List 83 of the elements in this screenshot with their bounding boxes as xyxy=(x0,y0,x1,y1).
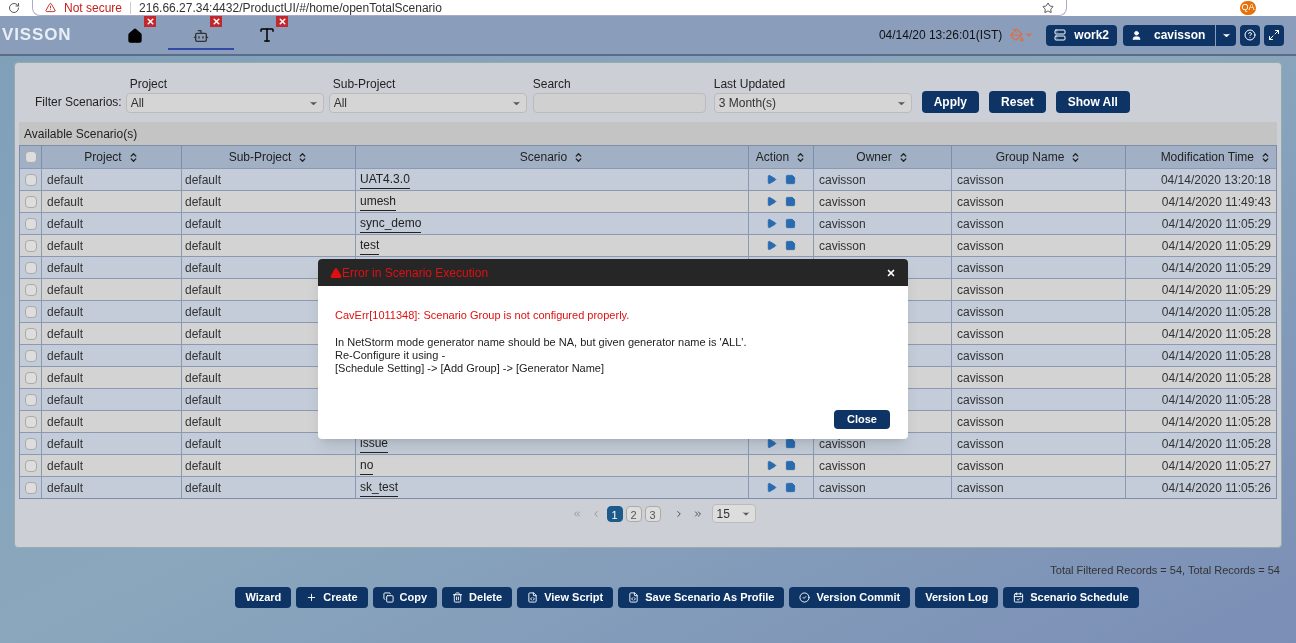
table-cell-text: 04/14/2020 11:05:27 xyxy=(1161,457,1271,475)
table-cell-text: 04/14/2020 11:05:28 xyxy=(1161,391,1271,409)
table-cell-text: cavisson xyxy=(819,479,866,497)
url-text: 216.66.27.34:4432/ProductUI/#/home/openTotalScenario xyxy=(130,1,442,14)
table-cell-text: default xyxy=(185,237,222,255)
table-cell-text: default xyxy=(185,325,222,343)
table-cell-text: cavisson xyxy=(957,303,1004,321)
table-cell-text: cavisson xyxy=(819,457,866,475)
message-line: In NetStorm mode generator name should be NA, but given generator name is 'ALL'. xyxy=(335,335,748,349)
table-cell-text: default xyxy=(185,435,222,453)
table-cell-text: default xyxy=(185,369,222,387)
table-cell-text: cavisson xyxy=(957,391,1004,409)
filter-label: Filter Scenarios: xyxy=(35,94,122,111)
table-cell-text: cavisson xyxy=(957,347,1004,365)
table-cell-text: 04/14/2020 11:05:28 xyxy=(1161,413,1271,431)
table-cell-text: default xyxy=(47,435,84,453)
date-time: 04/14/20 13:26:01(IST) xyxy=(878,27,1003,44)
table-cell-text: cavisson xyxy=(957,237,1004,255)
table-cell-text: 04/14/2020 11:05:29 xyxy=(1161,281,1271,299)
table-cell-text: default xyxy=(47,259,84,277)
table-cell-text: default xyxy=(47,369,84,387)
field-label: Search xyxy=(532,76,572,93)
table-cell-text: cavisson xyxy=(957,259,1004,277)
table-cell-text: 04/14/2020 11:05:28 xyxy=(1161,369,1271,387)
message-line: Re-Configure it using - xyxy=(335,348,447,362)
table-cell-text: default xyxy=(185,281,222,299)
table-cell-text: 04/14/2020 13:20:18 xyxy=(1160,171,1271,189)
table-cell-text: cavisson xyxy=(819,237,866,255)
table-cell-text: 04/14/2020 11:05:29 xyxy=(1161,215,1271,233)
table-cell-text: default xyxy=(47,303,84,321)
table-cell-text: cavisson xyxy=(957,281,1004,299)
table-cell-text: cavisson xyxy=(957,435,1004,453)
table-cell-text: default xyxy=(47,479,84,497)
section-header: Available Scenario(s) xyxy=(19,122,1277,145)
table-cell-text: cavisson xyxy=(819,193,866,211)
table-cell-text: 04/14/2020 11:05:29 xyxy=(1161,259,1271,277)
table-cell-text: cavisson xyxy=(819,215,866,233)
table-cell-text: cavisson xyxy=(957,215,1004,233)
table-cell-text: 04/14/2020 11:49:43 xyxy=(1161,193,1271,211)
table-cell-text: default xyxy=(47,325,84,343)
records-count: Total Filtered Records = 54, Total Records = 54 xyxy=(1050,563,1280,578)
table-cell-text: 04/14/2020 11:05:28 xyxy=(1161,435,1271,453)
table-cell-text: default xyxy=(47,215,84,233)
table-cell-text: default xyxy=(47,391,84,409)
table-cell-text: 04/14/2020 11:05:29 xyxy=(1161,237,1271,255)
table-cell-text: cavisson xyxy=(957,325,1004,343)
table-cell-text: default xyxy=(185,479,222,497)
table-cell-text: default xyxy=(47,413,84,431)
table-cell-text: 04/14/2020 11:05:28 xyxy=(1161,325,1271,343)
table-cell-text: cavisson xyxy=(957,457,1004,475)
table-cell-text: default xyxy=(47,237,84,255)
table-cell-text: default xyxy=(185,457,222,475)
security-label: Not secure xyxy=(64,1,123,14)
table-cell-text: default xyxy=(185,347,222,365)
table-cell-text: default xyxy=(47,347,84,365)
logo: VISSON xyxy=(2,24,73,47)
table-cell-text: cavisson xyxy=(957,479,1004,497)
table-cell-text: default xyxy=(185,303,222,321)
table-cell-text: default xyxy=(185,193,222,211)
table-cell-text: default xyxy=(185,215,222,233)
table-cell-text: default xyxy=(185,413,222,431)
field-label: Project xyxy=(129,76,169,93)
message-line: [Schedule Setting] -> [Add Group] -> [Generator Name] xyxy=(335,361,606,375)
table-cell-text: default xyxy=(185,171,222,189)
field-label: Sub-Project xyxy=(332,76,397,93)
table-cell-text: default xyxy=(47,281,84,299)
table-cell-text: 04/14/2020 11:05:28 xyxy=(1161,347,1271,365)
table-cell-text: cavisson xyxy=(957,369,1004,387)
field-label: Last Updated xyxy=(713,76,787,93)
table-cell-text: 04/14/2020 11:05:28 xyxy=(1161,303,1271,321)
table-cell-text: cavisson xyxy=(957,193,1004,211)
table-cell-text: default xyxy=(47,171,84,189)
table-cell-text: cavisson xyxy=(957,171,1004,189)
table-cell-text: 04/14/2020 11:05:26 xyxy=(1161,479,1271,497)
table-cell-text: default xyxy=(47,193,84,211)
dialog-title: Error in Scenario Execution xyxy=(342,264,489,282)
table-cell-text: default xyxy=(47,457,84,475)
table-cell-text: cavisson xyxy=(819,171,866,189)
table-cell-text: cavisson xyxy=(957,413,1004,431)
table-cell-text: default xyxy=(185,391,222,409)
table-cell-text: default xyxy=(185,259,222,277)
table-cell-text: cavisson xyxy=(819,435,866,453)
error-message: CavErr[1011348]: Scenario Group is not configured properly. xyxy=(335,308,631,323)
